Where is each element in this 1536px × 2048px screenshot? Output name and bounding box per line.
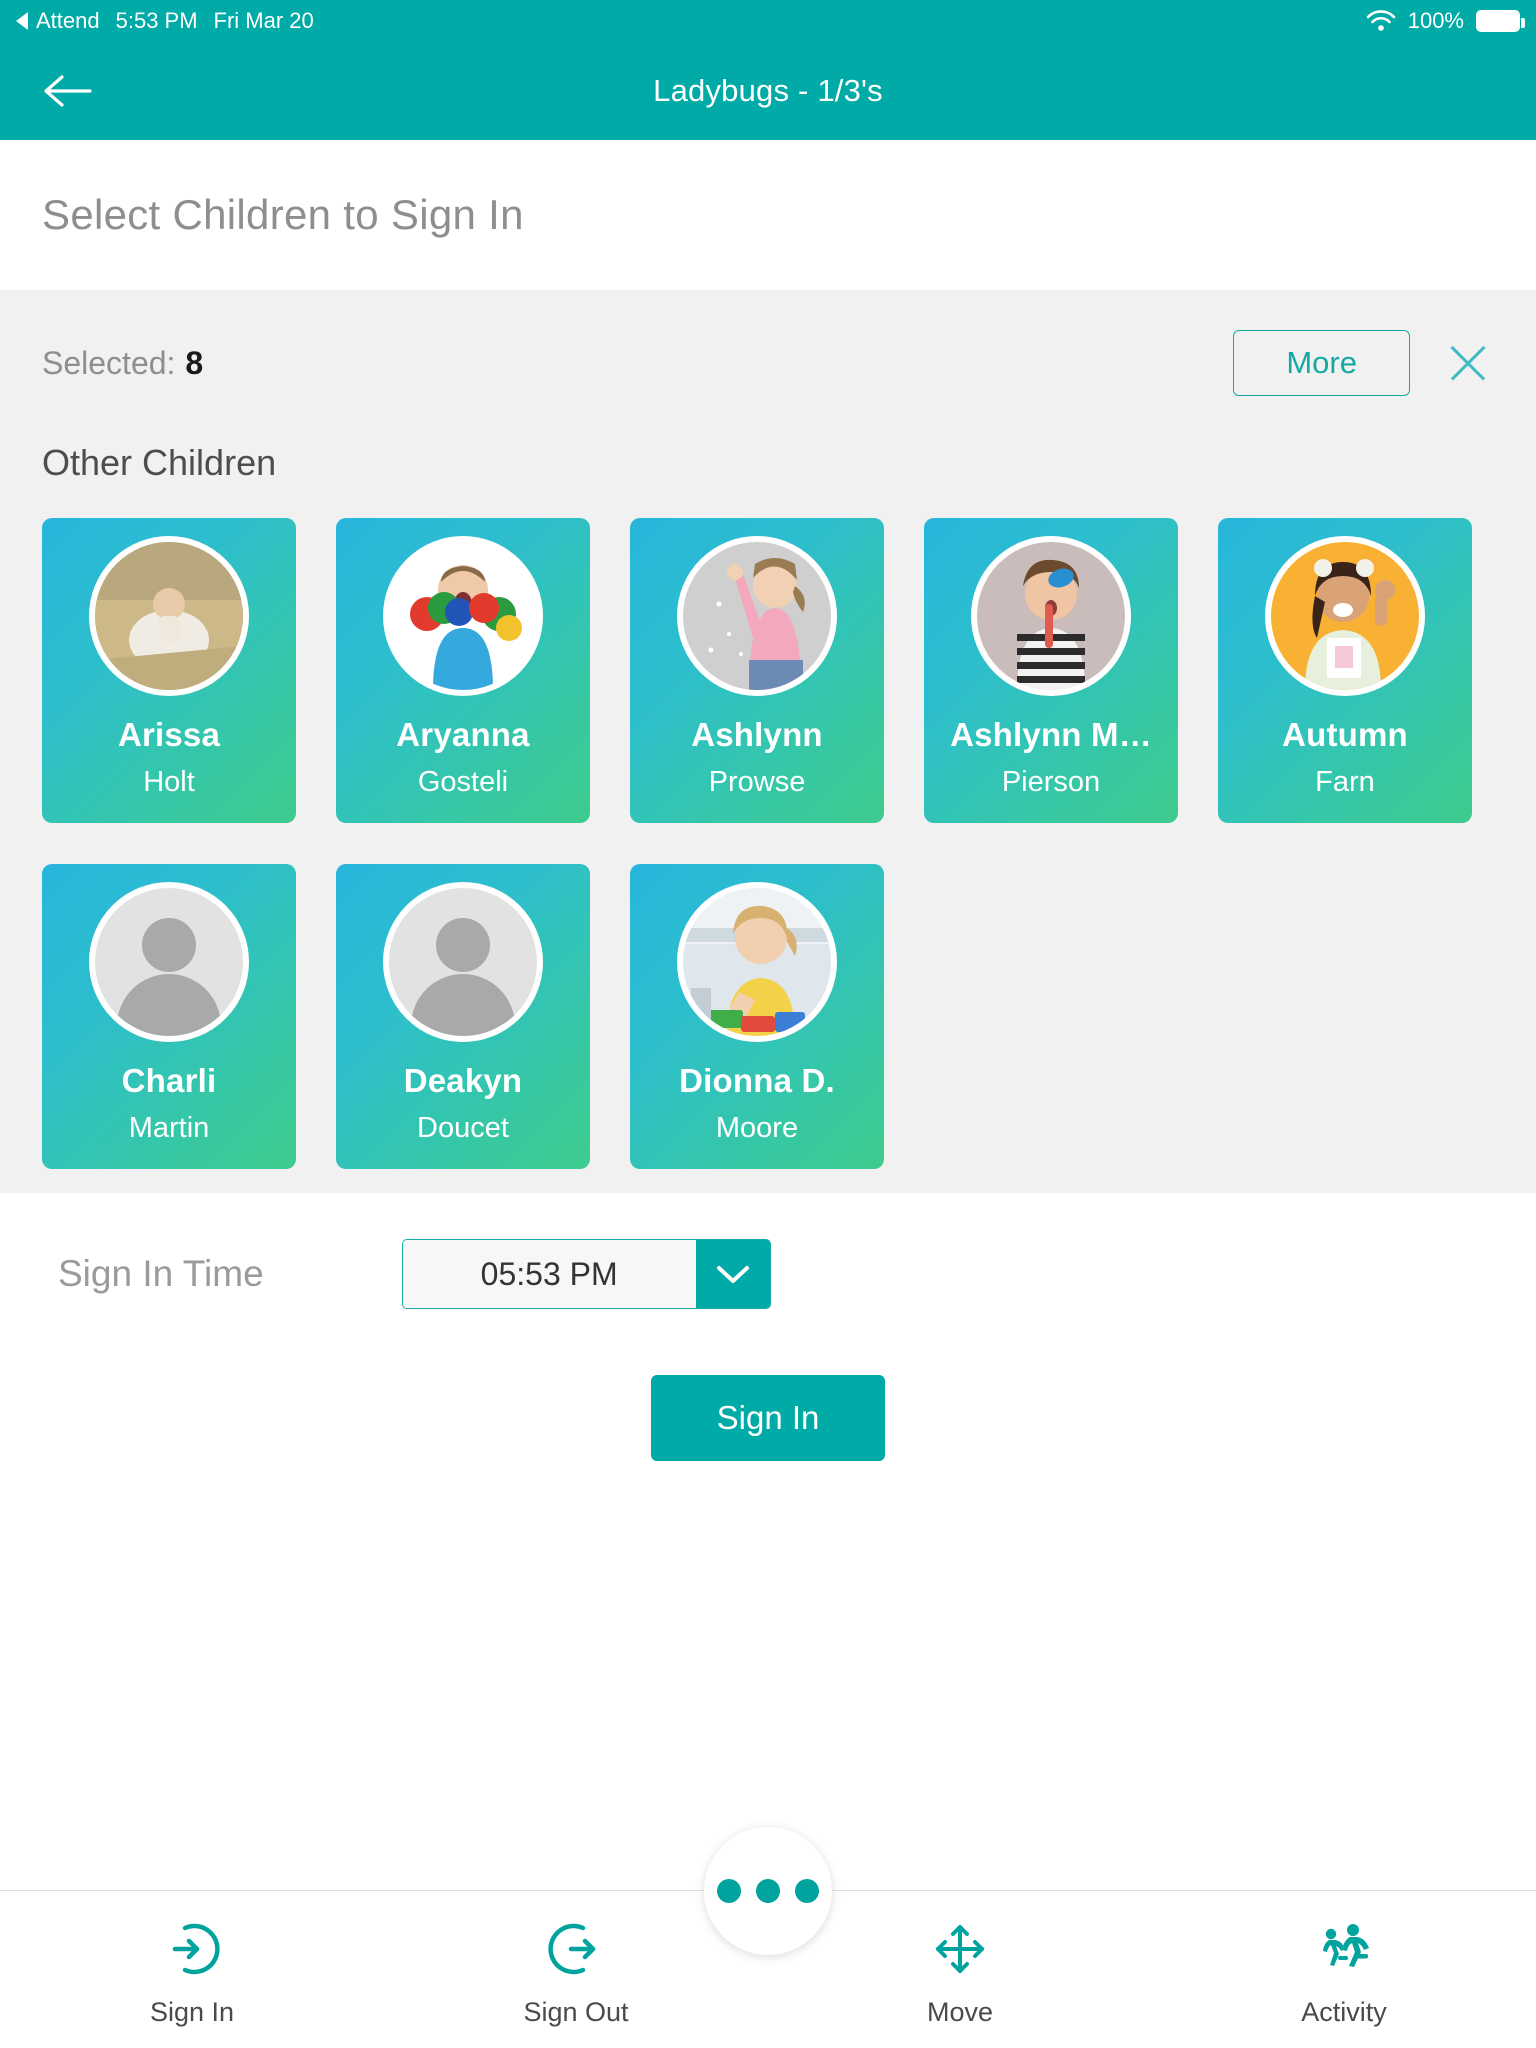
avatar <box>383 536 543 696</box>
battery-full-icon <box>1476 10 1525 32</box>
child-photo <box>683 888 831 1036</box>
child-last-name: Doucet <box>417 1112 509 1144</box>
tab-sign-in[interactable]: Sign In <box>0 1891 384 2048</box>
tab-label: Move <box>926 1996 994 2027</box>
child-card[interactable]: Arissa Holt <box>42 518 296 823</box>
sign-in-time-label: Sign In Time <box>58 1253 264 1294</box>
selection-summary-row: Selected: 8 More <box>0 290 1536 396</box>
selected-count: 8 <box>185 344 204 381</box>
avatar <box>1265 536 1425 696</box>
page-title: Ladybugs - 1/3's <box>653 73 883 108</box>
child-first-name: Autumn <box>1282 716 1408 753</box>
chevron-down-icon[interactable] <box>695 1240 770 1308</box>
child-first-name: Dionna D. <box>679 1062 835 1099</box>
status-bar: Attend 5:53 PM Fri Mar 20 100% <box>0 0 1536 42</box>
child-first-name: Ashlynn <box>691 716 823 753</box>
avatar <box>677 882 837 1042</box>
child-first-name: Deakyn <box>403 1062 523 1099</box>
child-last-name: Farn <box>1315 766 1375 798</box>
running-people-icon <box>1315 1920 1373 1983</box>
nav-bar: Ladybugs - 1/3's <box>0 42 1536 140</box>
avatar-placeholder-icon <box>389 888 537 1036</box>
tab-label: Sign In <box>149 1996 235 2027</box>
bottom-tab-bar: Sign In Sign Out Move Activity <box>0 1827 1536 2048</box>
child-last-name: Moore <box>715 1112 799 1144</box>
child-last-name: Martin <box>128 1112 210 1144</box>
child-card[interactable]: Ashlynn M… Pierson <box>924 518 1178 823</box>
child-card[interactable]: Aryanna Gosteli <box>336 518 590 823</box>
selected-label: Selected: <box>42 344 176 381</box>
sign-out-icon <box>547 1920 605 1983</box>
avatar <box>677 536 837 696</box>
primary-action-row: Sign In <box>0 1375 1536 1461</box>
dot <box>717 1879 741 1903</box>
child-first-name: Ashlynn M… <box>950 716 1152 753</box>
sign-in-time-row: Sign In Time 05:53 PM <box>0 1193 1536 1309</box>
avatar <box>89 882 249 1042</box>
child-card[interactable]: Ashlynn Prowse <box>630 518 884 823</box>
arrow-left-icon[interactable] <box>42 70 96 112</box>
move-arrows-icon <box>931 1920 989 1983</box>
dot <box>795 1879 819 1903</box>
child-photo <box>95 542 243 690</box>
child-photo <box>977 542 1125 690</box>
tab-label: Sign Out <box>523 1996 629 2027</box>
child-card[interactable]: Dionna D. Moore <box>630 864 884 1169</box>
avatar <box>971 536 1131 696</box>
status-bar-right: 100% <box>1366 8 1525 34</box>
tab-label: Activity <box>1301 1996 1387 2027</box>
child-photo <box>389 542 537 690</box>
avatar <box>89 536 249 696</box>
child-first-name: Arissa <box>117 716 221 753</box>
child-last-name: Gosteli <box>417 766 509 798</box>
status-date: Fri Mar 20 <box>213 8 314 33</box>
child-last-name: Holt <box>143 766 195 798</box>
child-last-name: Prowse <box>708 766 806 798</box>
wifi-icon <box>1366 10 1396 32</box>
selection-panel: Selected: 8 More Other Children Arissa H <box>0 290 1536 1193</box>
battery-percent-label: 100% <box>1407 8 1464 33</box>
page-heading-label: Select Children to Sign In <box>42 191 524 238</box>
child-card[interactable]: Autumn Farn <box>1218 518 1472 823</box>
group-title: Other Children <box>42 442 277 483</box>
avatar <box>383 882 543 1042</box>
status-time: 5:53 PM <box>115 8 198 33</box>
child-card[interactable]: Charli Martin <box>42 864 296 1169</box>
avatar-placeholder-icon <box>95 888 243 1036</box>
dot <box>756 1879 780 1903</box>
child-card[interactable]: Deakyn Doucet <box>336 864 590 1169</box>
child-photo <box>1271 542 1419 690</box>
more-button[interactable]: More <box>1233 330 1410 396</box>
children-grid: Arissa Holt Aryanna Gosteli Ashlynn Prow… <box>0 484 1536 1169</box>
status-bar-left: Attend 5:53 PM Fri Mar 20 <box>16 8 314 34</box>
triangle-left-icon[interactable] <box>16 12 28 30</box>
sign-in-time-value[interactable]: 05:53 PM <box>402 1240 696 1308</box>
close-icon[interactable] <box>1442 337 1494 389</box>
child-first-name: Charli <box>121 1062 217 1099</box>
tab-activity[interactable]: Activity <box>1152 1891 1536 2048</box>
sign-in-button[interactable]: Sign In <box>650 1375 886 1461</box>
child-first-name: Aryanna <box>396 716 530 753</box>
page-heading: Select Children to Sign In <box>0 140 1536 290</box>
status-back-app-label[interactable]: Attend <box>36 8 100 34</box>
child-photo <box>683 542 831 690</box>
sign-in-icon <box>163 1920 221 1983</box>
more-dots-icon[interactable] <box>704 1827 832 1955</box>
child-last-name: Pierson <box>1001 766 1101 798</box>
sign-in-time-select[interactable]: 05:53 PM <box>401 1239 771 1309</box>
